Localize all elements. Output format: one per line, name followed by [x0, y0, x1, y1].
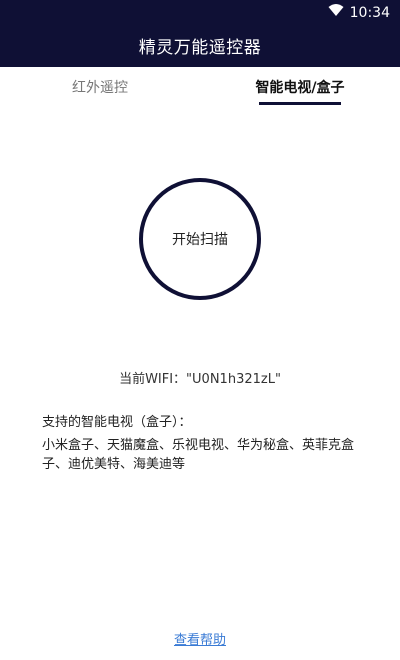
- supported-devices-list: 小米盒子、天猫魔盒、乐视电视、华为秘盒、英菲克盒子、迪优美特、海美迪等: [42, 438, 355, 472]
- supported-devices-title: 支持的智能电视（盒子）：: [42, 415, 192, 430]
- tab-indicator: [259, 102, 341, 105]
- status-bar: 10:34: [0, 0, 400, 24]
- current-wifi-text: 当前WIFI："U0N1h321zL": [119, 372, 281, 387]
- app-title: 精灵万能遥控器: [138, 38, 262, 58]
- view-help-link[interactable]: 查看帮助: [0, 629, 400, 648]
- tab-infrared-remote[interactable]: 红外遥控: [50, 67, 150, 109]
- app-bar: 精灵万能遥控器: [0, 24, 400, 67]
- status-right: 10:34: [328, 3, 390, 22]
- start-scan-button[interactable]: 开始扫描: [139, 178, 261, 300]
- status-time: 10:34: [349, 4, 390, 21]
- start-scan-label: 开始扫描: [172, 232, 228, 248]
- wifi-icon: [328, 3, 344, 22]
